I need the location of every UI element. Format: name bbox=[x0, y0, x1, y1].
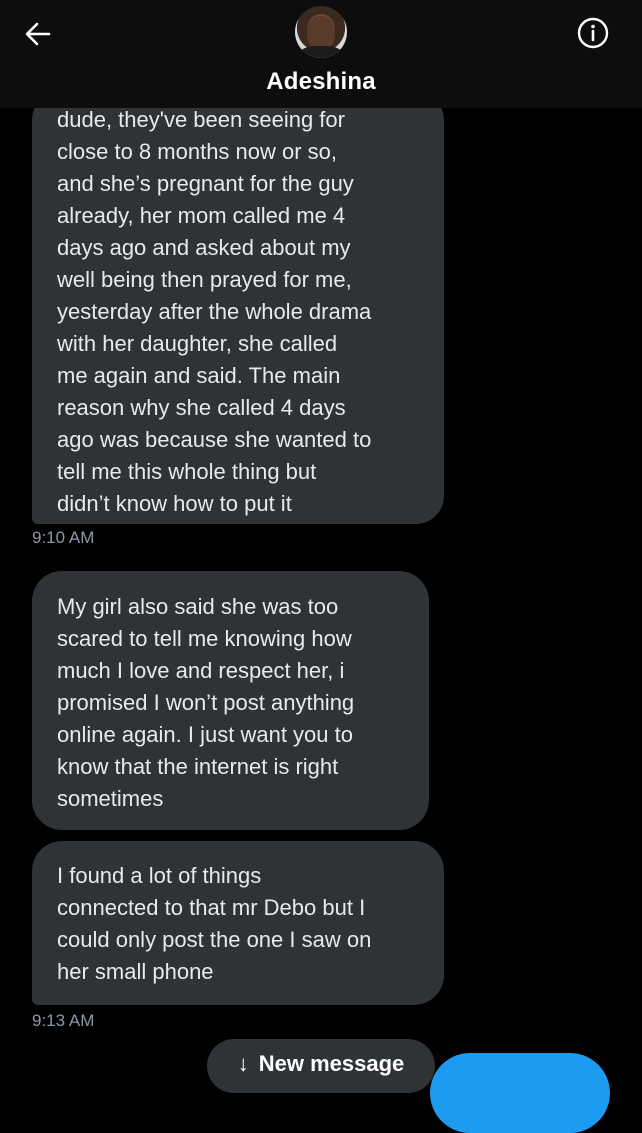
message-bubble[interactable]: dude, they've been seeing for close to 8… bbox=[32, 92, 444, 524]
info-circle-icon bbox=[577, 17, 609, 49]
message-bubble[interactable]: I found a lot of things connected to tha… bbox=[32, 841, 444, 1005]
avatar-shirt bbox=[299, 46, 343, 58]
avatar-face bbox=[307, 16, 335, 50]
back-button[interactable] bbox=[20, 16, 56, 52]
message-timestamp: 9:13 AM bbox=[32, 1011, 95, 1030]
info-button[interactable] bbox=[574, 14, 612, 52]
avatar[interactable] bbox=[295, 6, 347, 58]
compose-button[interactable] bbox=[430, 1053, 610, 1133]
conversation-header: Adeshina bbox=[0, 0, 642, 108]
arrow-down-icon: ↓ bbox=[237, 1051, 249, 1076]
arrow-left-icon bbox=[25, 22, 51, 46]
message-timestamp: 9:10 AM bbox=[32, 528, 95, 547]
new-message-button[interactable]: ↓ New message bbox=[207, 1039, 435, 1093]
message-bubble[interactable]: My girl also said she was too scared to … bbox=[32, 571, 429, 830]
new-message-label: New message bbox=[258, 1051, 405, 1076]
contact-name[interactable]: Adeshina bbox=[0, 68, 642, 96]
